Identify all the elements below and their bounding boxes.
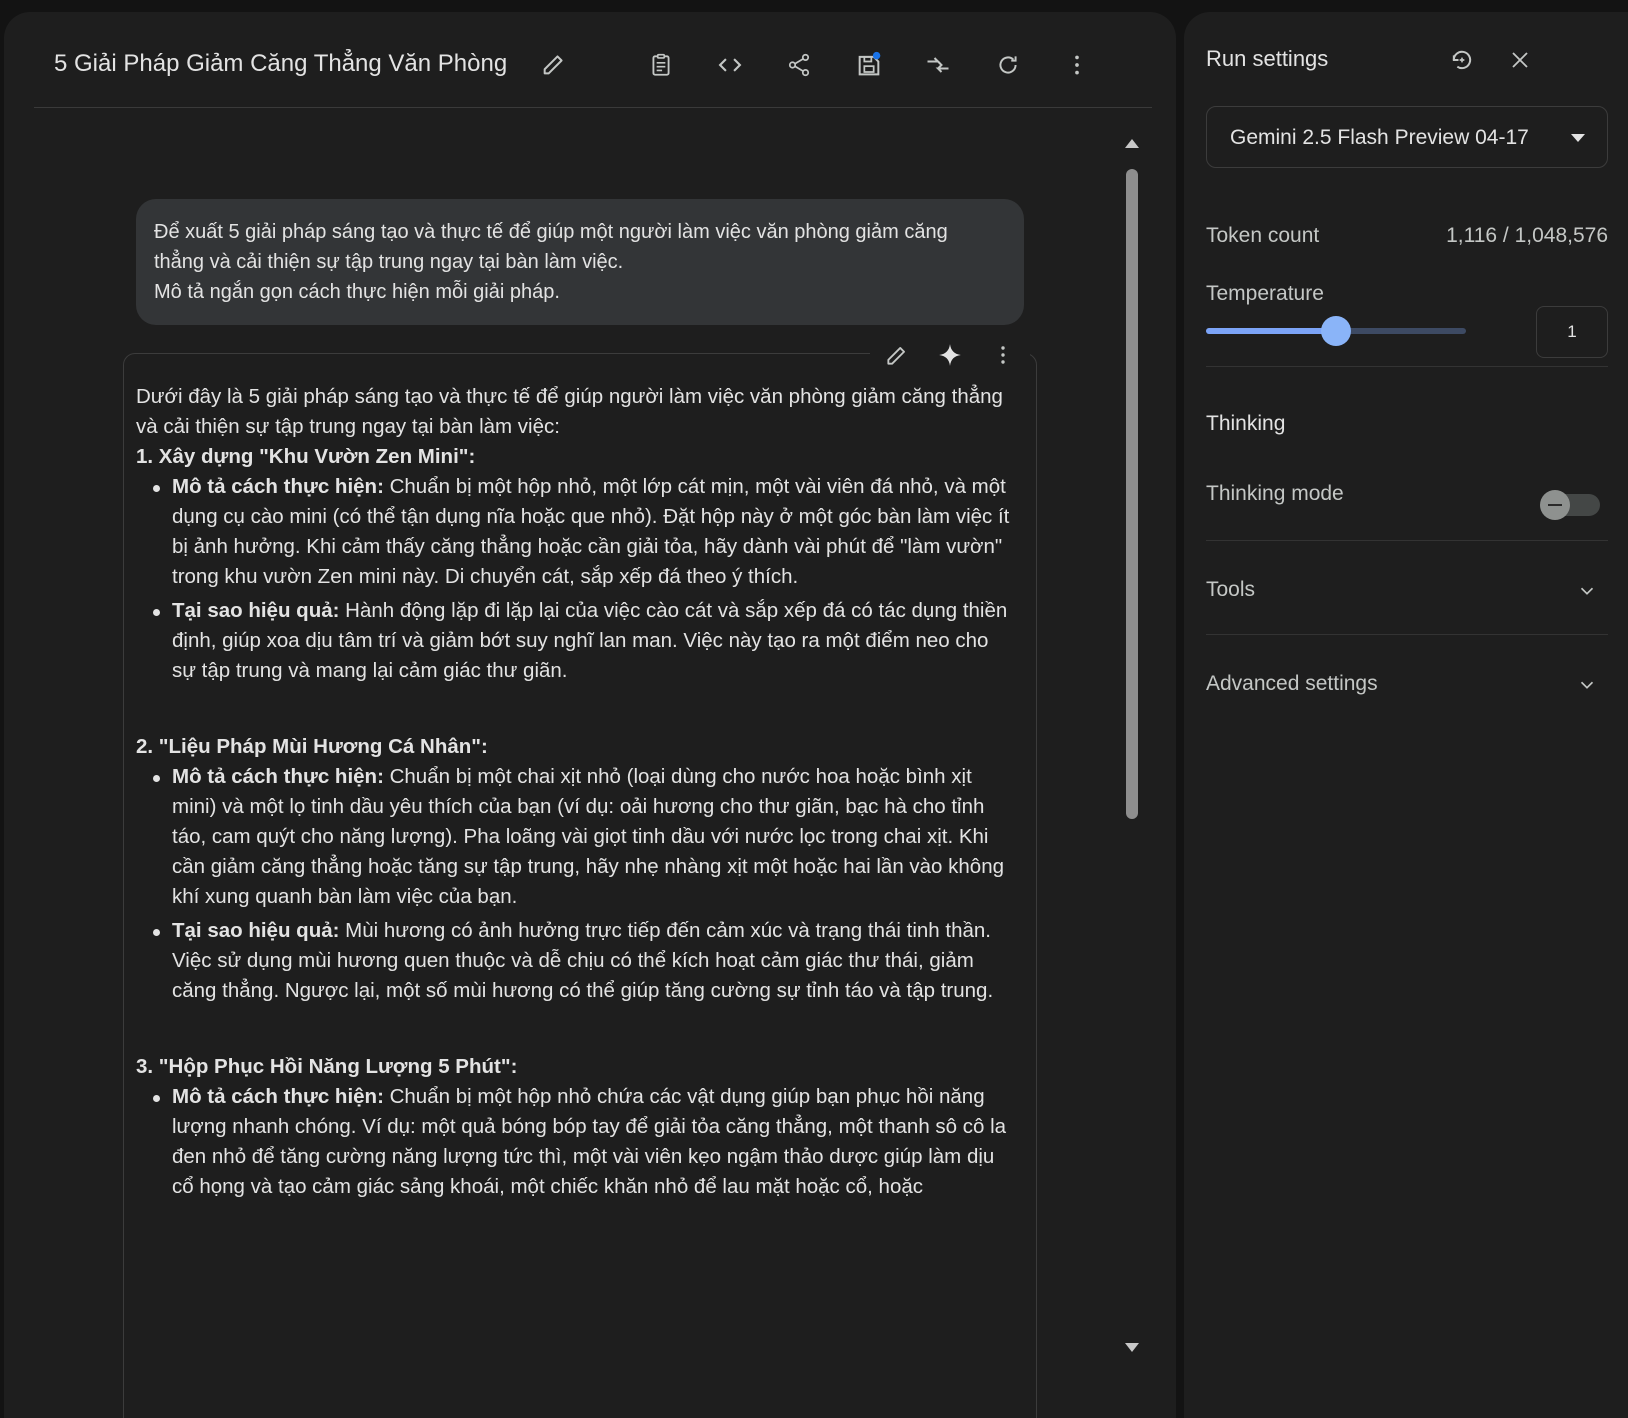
advanced-settings-label: Advanced settings [1206, 672, 1378, 695]
chevron-down-icon[interactable] [1576, 674, 1598, 696]
bullet-label: Mô tả cách thực hiện: [172, 475, 384, 498]
chevron-down-icon[interactable] [1576, 580, 1598, 602]
token-count-label: Token count [1206, 224, 1320, 247]
scroll-up-arrow-icon[interactable] [1125, 139, 1139, 148]
response-intro: Dưới đây là 5 giải pháp sáng tạo và thực… [136, 385, 1003, 438]
section-heading: 1. Xây dựng "Khu Vườn Zen Mini": [136, 445, 476, 468]
save-icon[interactable] [854, 50, 884, 80]
model-select[interactable]: Gemini 2.5 Flash Preview 04-17 [1206, 106, 1608, 168]
user-prompt-line: Mô tả ngắn gọn cách thực hiện mỗi giải p… [154, 281, 560, 303]
model-response-card: Dưới đây là 5 giải pháp sáng tạo và thực… [123, 334, 1037, 1418]
toggle-knob [1540, 490, 1570, 520]
temperature-slider[interactable] [1206, 316, 1466, 346]
refresh-icon[interactable] [993, 50, 1023, 80]
caret-down-icon [1571, 134, 1585, 142]
scrollbar[interactable] [1124, 139, 1140, 1369]
user-prompt-line: Để xuất 5 giải pháp sáng tạo và thực tế … [154, 221, 948, 243]
run-settings-panel: Run settings Gemini 2.5 Flash Preview 04… [1184, 12, 1628, 1418]
scroll-down-arrow-icon[interactable] [1125, 1343, 1139, 1352]
divider [1206, 366, 1608, 367]
edit-title-icon[interactable] [540, 50, 568, 78]
thinking-mode-toggle[interactable] [1540, 490, 1602, 520]
edit-response-icon[interactable] [881, 339, 913, 371]
scrollbar-thumb[interactable] [1126, 169, 1138, 819]
sparkle-icon[interactable] [934, 339, 966, 371]
temperature-slider-fill [1206, 328, 1336, 334]
list-item: Mô tả cách thực hiện: Chuẩn bị một chai … [136, 762, 1016, 912]
model-name: Gemini 2.5 Flash Preview 04-17 [1230, 126, 1529, 149]
run-settings-title: Run settings [1206, 46, 1329, 71]
chat-panel: 5 Giải Pháp Giảm Căng Thẳng Văn Phòng Để… [4, 12, 1176, 1418]
divider [1206, 634, 1608, 635]
bullet-label: Mô tả cách thực hiện: [172, 765, 384, 788]
page-title: 5 Giải Pháp Giảm Căng Thẳng Văn Phòng [54, 50, 508, 77]
temperature-slider-thumb[interactable] [1321, 316, 1351, 346]
bullet-list: Mô tả cách thực hiện: Chuẩn bị một hộp n… [136, 1082, 1016, 1202]
chat-header: 5 Giải Pháp Giảm Căng Thẳng Văn Phòng [34, 12, 1152, 108]
bullet-label: Mô tả cách thực hiện: [172, 1085, 384, 1108]
token-count-value: 1,116 / 1,048,576 [1446, 224, 1608, 247]
user-prompt-line: thẳng và cải thiện sự tập trung ngay tại… [154, 251, 624, 273]
thinking-mode-label: Thinking mode [1206, 482, 1344, 505]
compare-icon[interactable] [923, 50, 953, 80]
response-more-icon[interactable] [987, 339, 1019, 371]
response-body: Dưới đây là 5 giải pháp sáng tạo và thực… [136, 382, 1016, 1248]
user-prompt-bubble: Để xuất 5 giải pháp sáng tạo và thực tế … [136, 199, 1024, 325]
response-actions [870, 334, 1030, 376]
share-icon[interactable] [784, 50, 814, 80]
close-icon[interactable] [1504, 44, 1536, 76]
thinking-heading: Thinking [1206, 412, 1286, 435]
app: 5 Giải Pháp Giảm Căng Thẳng Văn Phòng Để… [0, 0, 1628, 1418]
more-vert-icon[interactable] [1062, 50, 1092, 80]
section-heading: 3. "Hộp Phục Hồi Năng Lượng 5 Phút": [136, 1055, 518, 1078]
clipboard-icon[interactable] [646, 50, 676, 80]
tools-expander[interactable] [1206, 566, 1608, 616]
bullet-list: Mô tả cách thực hiện: Chuẩn bị một chai … [136, 762, 1016, 1006]
section-heading: 2. "Liệu Pháp Mùi Hương Cá Nhân": [136, 735, 488, 758]
code-icon[interactable] [715, 50, 745, 80]
tools-label: Tools [1206, 578, 1256, 601]
bullet-label: Tại sao hiệu quả: [172, 919, 340, 942]
list-item: Mô tả cách thực hiện: Chuẩn bị một hộp n… [136, 1082, 1016, 1202]
temperature-label: Temperature [1206, 282, 1324, 305]
list-item: Tại sao hiệu quả: Hành động lặp đi lặp l… [136, 596, 1016, 686]
list-item: Tại sao hiệu quả: Mùi hương có ảnh hưởng… [136, 916, 1016, 1006]
divider [1206, 540, 1608, 541]
bullet-label: Tại sao hiệu quả: [172, 599, 340, 622]
bullet-list: Mô tả cách thực hiện: Chuẩn bị một hộp n… [136, 472, 1016, 686]
temperature-input[interactable] [1536, 306, 1608, 358]
list-item: Mô tả cách thực hiện: Chuẩn bị một hộp n… [136, 472, 1016, 592]
conversation-scroll-area[interactable]: Để xuất 5 giải pháp sáng tạo và thực tế … [4, 109, 1176, 1418]
reset-settings-icon[interactable] [1446, 44, 1478, 76]
